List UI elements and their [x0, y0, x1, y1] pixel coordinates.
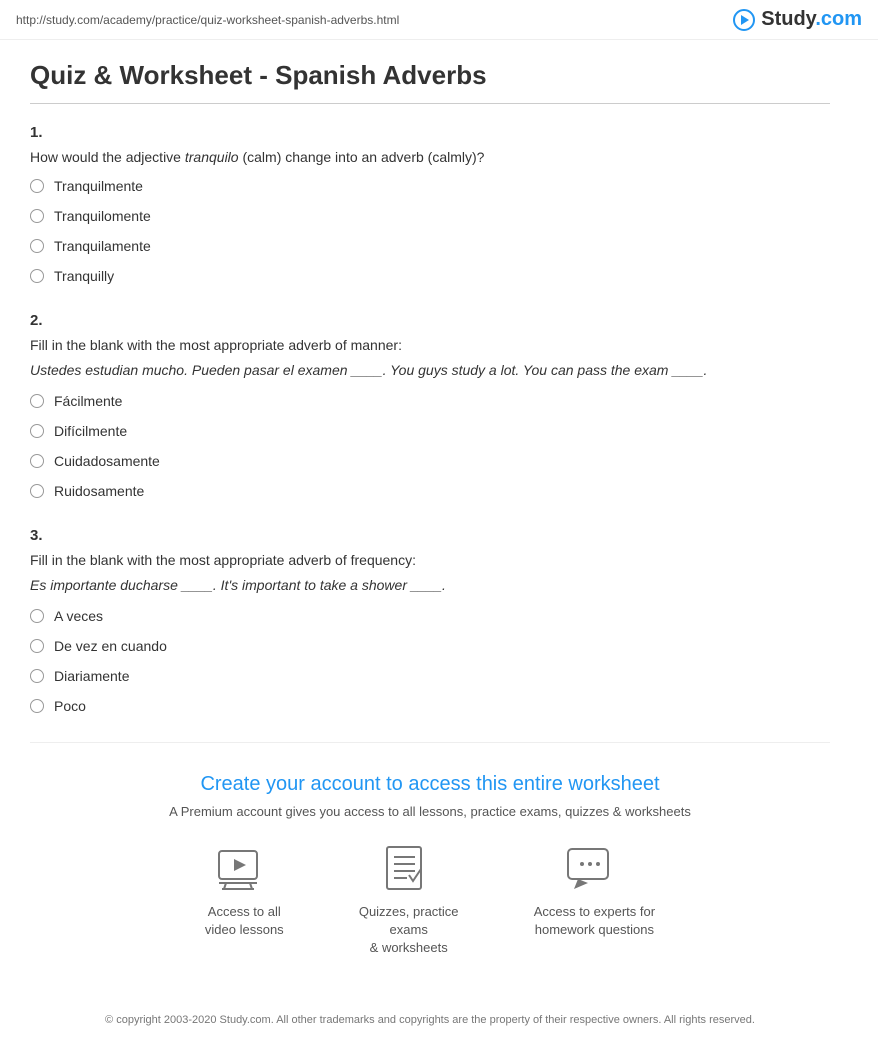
question-3: 3. Fill in the blank with the most appro…: [30, 527, 830, 714]
question-1-text: How would the adjective tranquilo (calm)…: [30, 147, 830, 168]
cta-section: Create your account to access this entir…: [30, 742, 830, 1002]
radio-1-1[interactable]: [30, 179, 44, 193]
expert-icon: [564, 843, 624, 893]
option-1-3[interactable]: Tranquilamente: [30, 238, 830, 254]
option-2-4[interactable]: Ruidosamente: [30, 483, 830, 499]
radio-1-3[interactable]: [30, 239, 44, 253]
question-3-number: 3.: [30, 527, 830, 544]
footer: © copyright 2003-2020 Study.com. All oth…: [30, 1002, 830, 1039]
feature-expert: Access to experts forhomework questions: [534, 843, 655, 958]
logo-text: Study.com: [761, 8, 862, 31]
feature-quiz: Quizzes, practice exams& worksheets: [344, 843, 474, 958]
question-2: 2. Fill in the blank with the most appro…: [30, 312, 830, 499]
option-label-3-1: A veces: [54, 608, 103, 624]
option-label-1-1: Tranquilmente: [54, 178, 143, 194]
top-bar: http://study.com/academy/practice/quiz-w…: [0, 0, 878, 40]
radio-1-4[interactable]: [30, 269, 44, 283]
feature-expert-label: Access to experts forhomework questions: [534, 903, 655, 939]
question-3-options: A veces De vez en cuando Diariamente Poc…: [30, 608, 830, 714]
option-label-3-3: Diariamente: [54, 668, 129, 684]
option-2-3[interactable]: Cuidadosamente: [30, 453, 830, 469]
radio-3-1[interactable]: [30, 609, 44, 623]
radio-2-4[interactable]: [30, 484, 44, 498]
feature-video: Access to allvideo lessons: [205, 843, 284, 958]
radio-3-3[interactable]: [30, 669, 44, 683]
cta-subtitle: A Premium account gives you access to al…: [50, 804, 810, 819]
option-label-3-2: De vez en cuando: [54, 638, 167, 654]
question-3-text: Fill in the blank with the most appropri…: [30, 550, 830, 571]
option-1-1[interactable]: Tranquilmente: [30, 178, 830, 194]
logo-icon: [733, 9, 755, 31]
option-label-1-2: Tranquilomente: [54, 208, 151, 224]
page-title: Quiz & Worksheet - Spanish Adverbs: [30, 60, 830, 104]
option-1-4[interactable]: Tranquilly: [30, 268, 830, 284]
radio-2-1[interactable]: [30, 394, 44, 408]
option-1-2[interactable]: Tranquilomente: [30, 208, 830, 224]
play-icon: [741, 15, 749, 25]
option-label-3-4: Poco: [54, 698, 86, 714]
option-label-2-4: Ruidosamente: [54, 483, 144, 499]
option-3-2[interactable]: De vez en cuando: [30, 638, 830, 654]
question-1-number: 1.: [30, 124, 830, 141]
option-label-1-4: Tranquilly: [54, 268, 114, 284]
cta-link[interactable]: Create your account to access this entir…: [50, 773, 810, 796]
radio-2-2[interactable]: [30, 424, 44, 438]
url-display: http://study.com/academy/practice/quiz-w…: [16, 13, 399, 27]
question-3-subtitle: Es importante ducharse ____. It's import…: [30, 575, 830, 596]
option-2-2[interactable]: Difícilmente: [30, 423, 830, 439]
option-3-3[interactable]: Diariamente: [30, 668, 830, 684]
question-1: 1. How would the adjective tranquilo (ca…: [30, 124, 830, 284]
option-label-2-2: Difícilmente: [54, 423, 127, 439]
radio-3-4[interactable]: [30, 699, 44, 713]
features-list: Access to allvideo lessons Quizzes, prac…: [50, 843, 810, 958]
option-label-2-1: Fácilmente: [54, 393, 122, 409]
question-2-text: Fill in the blank with the most appropri…: [30, 335, 830, 356]
question-1-options: Tranquilmente Tranquilomente Tranquilame…: [30, 178, 830, 284]
option-3-1[interactable]: A veces: [30, 608, 830, 624]
video-icon: [214, 843, 274, 893]
radio-1-2[interactable]: [30, 209, 44, 223]
main-content: Quiz & Worksheet - Spanish Adverbs 1. Ho…: [0, 40, 860, 1058]
option-label-1-3: Tranquilamente: [54, 238, 151, 254]
option-2-1[interactable]: Fácilmente: [30, 393, 830, 409]
feature-video-label: Access to allvideo lessons: [205, 903, 284, 939]
radio-2-3[interactable]: [30, 454, 44, 468]
quiz-icon: [379, 843, 439, 893]
option-3-4[interactable]: Poco: [30, 698, 830, 714]
feature-quiz-label: Quizzes, practice exams& worksheets: [344, 903, 474, 958]
question-2-number: 2.: [30, 312, 830, 329]
option-label-2-3: Cuidadosamente: [54, 453, 160, 469]
logo: Study.com: [733, 8, 862, 31]
question-2-subtitle: Ustedes estudian mucho. Pueden pasar el …: [30, 360, 830, 381]
question-2-options: Fácilmente Difícilmente Cuidadosamente R…: [30, 393, 830, 499]
radio-3-2[interactable]: [30, 639, 44, 653]
